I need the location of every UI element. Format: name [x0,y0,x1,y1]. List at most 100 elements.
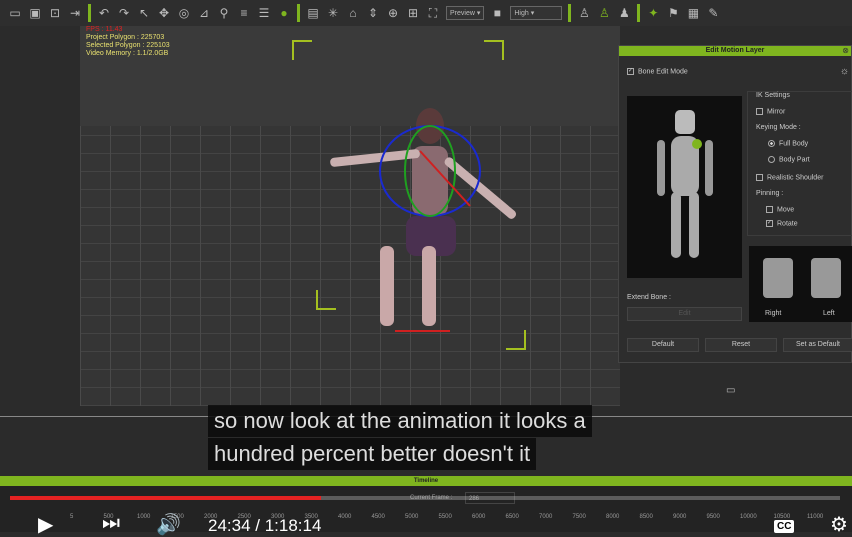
subtitle-line-2: hundred percent better doesn't it [208,438,537,470]
main-toolbar: ▭ ▣ ⊡ ⇥ ↶ ↷ ↖ ✥ ◎ ⊿ ⚲ ≡ ☰ ● ▤ ✳ ⌂ ⇕ ⊕ ⊞ … [0,0,852,26]
extend-bone-label: Extend Bone : [627,294,671,301]
group-icon[interactable]: ♟ [617,6,631,20]
ruler-tick: 6000 [472,514,486,520]
ruler-tick: 9000 [673,514,687,520]
timeline-panel: Current Frame : 286 5 500 1000 1500 2000 2500… [0,486,852,532]
quality-select[interactable]: High ▾ [510,6,563,20]
home-icon[interactable]: ⌂ [346,6,360,20]
rotate-label: Rotate [777,220,798,228]
quality-value: High [514,10,529,17]
panel-icon[interactable]: ▤ [306,6,320,20]
select-icon[interactable]: ↖ [137,6,151,20]
video-progress-bar[interactable] [10,496,840,500]
right-hand[interactable] [763,258,793,298]
character-model[interactable] [310,66,540,346]
ik-icon[interactable]: ♙ [597,6,611,20]
ruler-tick: 9500 [706,514,720,520]
redo-icon[interactable]: ↷ [117,6,131,20]
hand-bone-map[interactable]: Right Left [749,246,852,322]
captions-button[interactable]: CC [774,520,795,533]
camera-view-icon[interactable]: ⊞ [406,6,420,20]
preview-value: Preview [450,10,475,17]
realistic-shoulder-checkbox[interactable]: Realistic Shoulder [756,174,823,181]
fps-readout: FPS : 11.43 [86,26,123,33]
left-hand-label: Left [823,310,835,317]
project-polygon: Project Polygon : 225703 [86,34,165,41]
align-left-icon[interactable]: ☰ [257,6,271,20]
ruler-tick: 1000 [137,514,151,520]
brush-icon[interactable]: ✎ [706,6,720,20]
motion-icon[interactable]: ✦ [646,6,660,20]
divider [297,4,300,22]
ruler-tick: 6500 [505,514,519,520]
default-button[interactable]: Default [627,338,699,352]
zoom-icon[interactable]: ⊕ [386,6,400,20]
video-memory: Video Memory : 1.1/2.0GB [86,50,169,57]
chat-icon[interactable]: ▭ [726,385,735,396]
export-icon[interactable]: ⊡ [48,6,62,20]
ruler-tick: 10000 [740,514,757,520]
open-icon[interactable]: ▭ [8,6,22,20]
mirror-checkbox[interactable]: Mirror [756,108,785,115]
ruler-tick: 11000 [807,514,824,520]
move-icon[interactable]: ✥ [157,6,171,20]
keying-mode-label: Keying Mode : [756,124,801,131]
fit-icon[interactable]: ⇕ [366,6,380,20]
stats-overlay: FPS : 11.43 Project Polygon : 225703 Sel… [86,26,170,58]
flag-icon[interactable]: ⚑ [666,6,680,20]
pinning-label: Pinning : [756,190,784,197]
undo-icon[interactable]: ↶ [97,6,111,20]
ruler-tick: 7500 [572,514,586,520]
edit-motion-layer-panel: Edit Motion Layer ⊗ ✓ Bone Edit Mode ☼ IK… [618,45,852,363]
time-display: 24:34 / 1:18:14 [208,516,322,535]
selection-corner [484,40,504,60]
camera-icon[interactable]: ■ [490,6,504,20]
ruler-tick: 7000 [539,514,553,520]
settings-gear-icon[interactable]: ⚙ [830,512,848,537]
visibility-icon[interactable]: ● [277,6,291,20]
preview-select[interactable]: Preview ▾ [446,6,485,20]
selected-polygon: Selected Polygon : 225103 [86,42,170,49]
volume-icon[interactable]: 🔊 [156,512,181,537]
ruler-tick: 5000 [405,514,419,520]
list-icon[interactable]: ▦ [686,6,700,20]
link-icon[interactable]: ⚲ [217,6,231,20]
ruler-tick: 4000 [338,514,352,520]
close-icon[interactable]: ⊗ [842,46,849,55]
divider [568,4,572,22]
right-hand-label: Right [765,310,782,317]
ik-settings-label: IK Settings [756,92,790,99]
body-part-radio[interactable]: Body Part [768,156,810,163]
full-body-label: Full Body [779,140,809,148]
settings-icon[interactable]: ☼ [840,66,849,77]
body-bone-map[interactable] [627,96,742,278]
play-icon[interactable]: ▶ [38,512,53,537]
rotate-checkbox[interactable]: ✓ Rotate [766,220,798,227]
move-checkbox[interactable]: Move [766,206,794,213]
full-body-radio[interactable]: Full Body [768,140,808,147]
ik-settings-group: IK Settings Mirror Keying Mode : Full Bo… [747,91,852,236]
ruler-tick: 8500 [639,514,653,520]
progress-fill [10,496,322,500]
divider [637,4,641,22]
exit-icon[interactable]: ⇥ [68,6,82,20]
bone-icon[interactable]: ♙ [577,6,591,20]
frame-icon[interactable]: ⛶ [426,6,440,20]
ruler-tick: 8000 [606,514,620,520]
bone-edit-mode-checkbox[interactable]: ✓ Bone Edit Mode [627,68,688,75]
3d-viewport[interactable]: FPS : 11.43 Project Polygon : 225703 Sel… [80,26,620,406]
subtitle-line-1: so now look at the animation it looks a [208,405,592,437]
left-hand[interactable] [811,258,841,298]
edit-button[interactable]: Edit [627,307,742,321]
rotate-icon[interactable]: ◎ [177,6,191,20]
ruler-tick: 4500 [371,514,385,520]
align-icon[interactable]: ≡ [237,6,251,20]
reset-button[interactable]: Reset [705,338,777,352]
bone-edit-mode-label: Bone Edit Mode [638,68,688,76]
scale-icon[interactable]: ⊿ [197,6,211,20]
save-icon[interactable]: ▣ [28,6,42,20]
set-as-default-button[interactable]: Set as Default [783,338,852,352]
ruler-tick: 5500 [438,514,452,520]
subtitles: so now look at the animation it looks a … [208,405,592,471]
light-icon[interactable]: ✳ [326,6,340,20]
